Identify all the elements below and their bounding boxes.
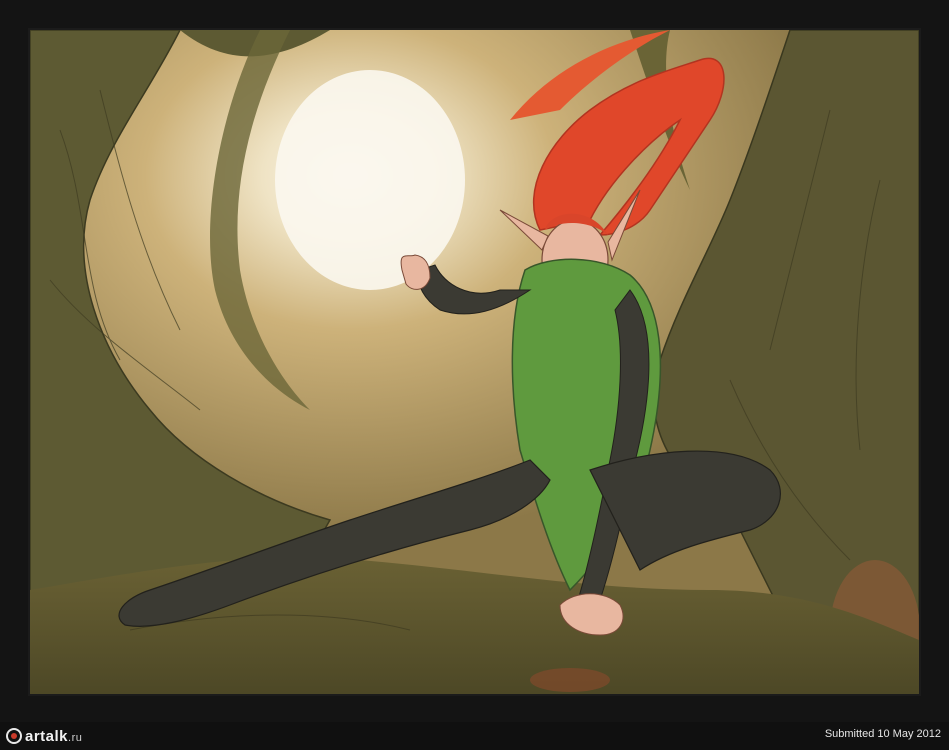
submitted-date: Submitted 10 May 2012 (824, 728, 941, 740)
site-logo[interactable]: artalk.ru (6, 726, 82, 746)
logo-circle-icon (6, 728, 22, 744)
logo-text: artalk.ru (25, 727, 83, 745)
site-footer: artalk.ru Submitted 10 May 2012 (0, 722, 949, 750)
light-opening (275, 70, 465, 290)
ground-stone (530, 668, 610, 692)
artwork-image (30, 30, 919, 694)
